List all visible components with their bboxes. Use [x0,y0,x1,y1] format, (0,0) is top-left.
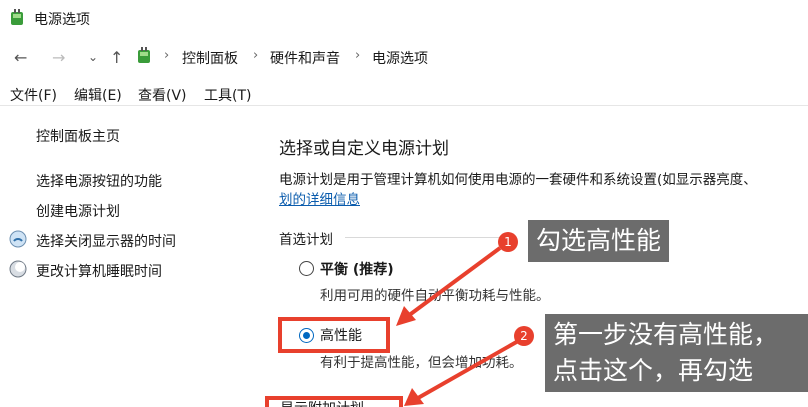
menu-bar: 文件(F) 编辑(E) 查看(V) 工具(T) [0,80,808,106]
breadcrumb-hardware-sound[interactable]: 硬件和声音 [270,48,340,68]
callout-step-2: 第一步没有高性能， 点击这个，再勾选 [545,314,808,392]
address-bar: ← → ⌄ ↑ › 控制面板 › 硬件和声音 › 电源选项 [0,40,808,74]
balanced-radio[interactable] [299,261,314,276]
back-arrow-icon[interactable]: ← [14,48,27,67]
monitor-icon [9,230,27,248]
recent-chevron-down-icon[interactable]: ⌄ [88,50,98,64]
breadcrumb-control-panel[interactable]: 控制面板 [182,48,238,68]
forward-arrow-icon[interactable]: → [52,48,65,67]
preferred-plans-label: 首选计划 [279,232,333,248]
plan-balanced-name[interactable]: 平衡 (推荐) [320,259,394,279]
window-title: 电源选项 [34,12,90,28]
menu-edit[interactable]: 编辑(E) [74,85,122,105]
callout-step-2-line2: 点击这个，再勾选 [553,356,754,385]
plan-balanced-desc: 利用可用的硬件自动平衡功耗与性能。 [320,288,550,304]
page-title: 选择或自定义电源计划 [279,139,449,159]
menu-view[interactable]: 查看(V) [138,85,187,105]
chevron-right-icon[interactable]: › [355,48,360,63]
step-badge-1: 1 [498,232,518,252]
chevron-right-icon: › [164,48,170,63]
control-panel-icon [138,47,150,63]
sidebar-item-display-off-time[interactable]: 选择关闭显示器的时间 [36,231,176,251]
chevron-right-icon[interactable]: › [253,48,258,63]
step-badge-2: 2 [514,326,534,346]
title-bar: 电源选项 [0,0,808,36]
callout-step-2-line1: 第一步没有高性能， [553,320,779,349]
highlight-box-additional-plans [265,396,403,407]
breadcrumb-power-options[interactable]: 电源选项 [372,48,428,68]
sidebar-item-sleep-time[interactable]: 更改计算机睡眠时间 [36,261,162,281]
callout-step-1: 勾选高性能 [528,220,670,262]
sleep-icon [9,260,27,278]
sidebar-item-power-buttons[interactable]: 选择电源按钮的功能 [36,171,162,191]
page-description: 电源计划是用于管理计算机如何使用电源的一套硬件和系统设置(如显示器亮度、 [279,172,757,188]
plan-high-performance-desc: 有利于提高性能，但会增加功耗。 [320,355,523,371]
power-options-icon [11,9,23,25]
menu-tools[interactable]: 工具(T) [204,85,251,105]
arrowhead-icon [404,388,424,406]
sidebar-control-panel-home[interactable]: 控制面板主页 [36,126,120,146]
up-arrow-icon[interactable]: ↑ [110,48,123,67]
sidebar-item-create-plan[interactable]: 创建电源计划 [36,201,120,221]
highlight-box-high-performance [278,317,390,353]
details-link[interactable]: 划的详细信息 [279,188,360,208]
arrowhead-icon [396,306,416,326]
arrow-to-high-performance [406,246,502,318]
group-divider [345,237,505,238]
menu-file[interactable]: 文件(F) [10,85,57,105]
